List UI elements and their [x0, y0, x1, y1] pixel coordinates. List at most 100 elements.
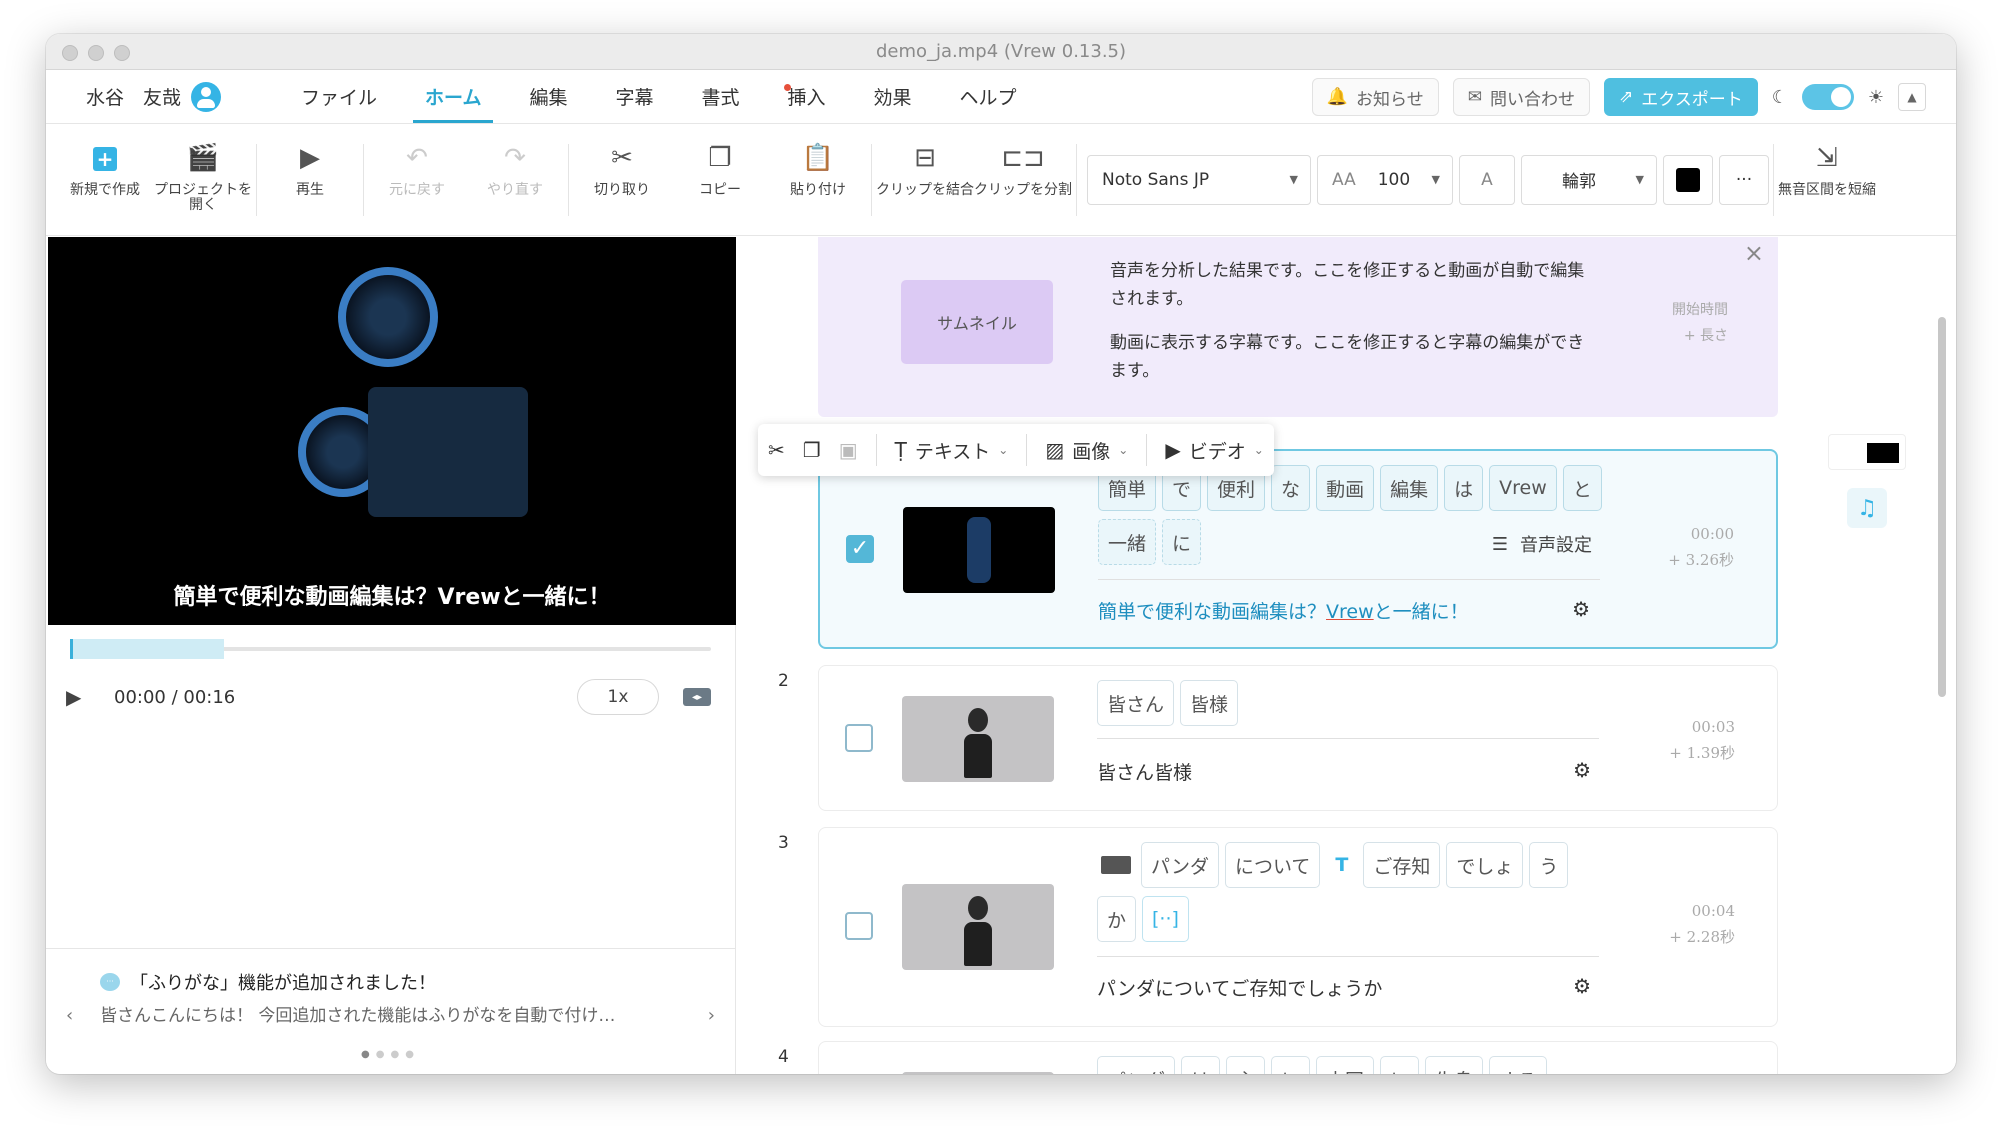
word-token[interactable]: 動画 [1316, 465, 1375, 511]
cut-button[interactable]: ✂ 切り取り [573, 137, 671, 223]
clip-checkbox[interactable] [845, 912, 873, 940]
clip-thumbnail[interactable] [902, 1072, 1054, 1074]
menu-format[interactable]: 書式 [678, 70, 764, 123]
news-body[interactable]: 皆さんこんにちは！ 今回追加された機能はふりがなを自動で付け… [100, 1001, 680, 1026]
image-clip-icon[interactable] [1097, 842, 1135, 888]
word-token[interactable]: 編集 [1380, 465, 1439, 511]
speed-button[interactable]: 1x [577, 679, 659, 715]
word-token[interactable]: 皆さん [1097, 680, 1175, 726]
menu-file[interactable]: ファイル [277, 70, 401, 123]
notice-button[interactable]: 🔔 お知らせ [1311, 78, 1439, 116]
user-info[interactable]: 水谷 友哉 [86, 81, 222, 112]
shorten-silence-button[interactable]: ⇲ 無音区間を短縮 [1778, 137, 1876, 223]
clip-row[interactable]: ✓ 簡単 で 便利 な 動画 編集 は Vrew と 一緒 に ☰ 音声設定 簡… [818, 449, 1778, 649]
menu-effects[interactable]: 効果 [850, 70, 936, 123]
word-token[interactable]: 主 [1225, 1056, 1265, 1074]
font-size-select[interactable]: AA 100 ▼ [1317, 154, 1453, 205]
clip-row[interactable]: 皆さん 皆様 皆さん皆様 ⚙ 00:03 + 1.39秒 [818, 665, 1778, 811]
seek-fill[interactable] [70, 639, 224, 659]
video-preview[interactable]: 簡単で便利な動画編集は？Vrewと一緒に！ [48, 237, 736, 625]
redo-button[interactable]: ↷ やり直す [466, 137, 564, 223]
clipboard-icon[interactable]: ▣ [839, 438, 858, 462]
collapse-toolbar-button[interactable]: ▲ [1898, 83, 1926, 111]
undo-button[interactable]: ↶ 元に戻す [368, 137, 466, 223]
word-token[interactable]: に [1270, 1056, 1310, 1074]
word-token[interactable]: 皆様 [1180, 680, 1239, 726]
zoom-window-button[interactable] [114, 45, 130, 61]
word-token[interactable]: Vrew [1489, 465, 1557, 511]
merge-clips-button[interactable]: ⊟ クリップを結合 [876, 137, 974, 223]
menu-edit[interactable]: 編集 [505, 70, 591, 123]
translate-icon[interactable]: ⚙ [1573, 974, 1591, 998]
play-button[interactable]: ▶ 再生 [261, 137, 359, 223]
caption-text[interactable]: 皆さん皆様 [1097, 758, 1192, 785]
voice-settings-button[interactable]: ☰ 音声設定 [1492, 531, 1592, 557]
paste-button[interactable]: 📋 貼り付け [769, 137, 867, 223]
clip-thumbnail[interactable] [902, 696, 1054, 782]
clip-checkbox[interactable] [845, 724, 873, 752]
open-project-button[interactable]: 🎬 プロジェクトを開く [154, 137, 252, 223]
seek-bar[interactable] [70, 639, 711, 659]
export-button[interactable]: ⇗ エクスポート [1603, 78, 1758, 116]
clip-thumbnail[interactable] [903, 507, 1055, 593]
menu-help[interactable]: ヘルプ [936, 70, 1041, 123]
insert-image-button[interactable]: ▨ 画像 ⌄ [1045, 437, 1128, 464]
word-token[interactable]: か [1097, 896, 1137, 942]
clip-row[interactable]: パンダ について T ご存知 でしょ う か [··] パンダについてご存知でし… [818, 827, 1778, 1027]
caption-text[interactable]: 簡単で便利な動画編集は？Vrewと一緒に！ [1098, 597, 1469, 624]
word-token[interactable]: に [1380, 1056, 1420, 1074]
word-token[interactable]: でしょ [1446, 842, 1524, 888]
close-window-button[interactable] [62, 45, 78, 61]
menu-subtitle[interactable]: 字幕 [591, 70, 677, 123]
font-family-select[interactable]: Noto Sans JP ▼ [1087, 154, 1311, 205]
scrollbar[interactable] [1938, 317, 1946, 697]
word-token[interactable]: に [1162, 519, 1202, 565]
new-project-button[interactable]: + 新規で作成 [56, 137, 154, 223]
contact-button[interactable]: ✉ 問い合わせ [1452, 78, 1590, 116]
clip-checkbox[interactable]: ✓ [846, 535, 874, 563]
play-icon[interactable]: ▶ [66, 685, 96, 709]
word-token[interactable]: パンダ [1141, 842, 1219, 888]
copy-button[interactable]: ❐ コピー [671, 137, 769, 223]
aspect-icon[interactable]: ◂▸ [683, 688, 711, 706]
caption-text[interactable]: パンダについてご存知でしょうか [1097, 974, 1382, 1001]
menu-home[interactable]: ホーム [401, 70, 505, 123]
word-token[interactable]: について [1224, 842, 1321, 888]
scissors-icon[interactable]: ✂ [768, 438, 785, 462]
word-token[interactable]: う [1529, 842, 1569, 888]
outline-select[interactable]: 輪郭 ▼ [1521, 154, 1657, 205]
insert-video-button[interactable]: ▶ ビデオ ⌄ [1165, 437, 1263, 464]
split-clip-button[interactable]: ⊏⊐ クリップを分割 [974, 137, 1072, 223]
word-token[interactable]: 生息 [1425, 1056, 1484, 1074]
word-token[interactable]: パンダ [1097, 1056, 1175, 1074]
word-token[interactable]: は [1444, 465, 1484, 511]
silence-token[interactable]: [··] [1142, 896, 1189, 942]
word-token[interactable]: 中国 [1316, 1056, 1375, 1074]
text-insert-icon[interactable]: T [1326, 842, 1357, 888]
translate-icon[interactable]: ⚙ [1572, 597, 1590, 621]
pager-dots[interactable]: ●●●● [46, 1049, 735, 1060]
news-title[interactable]: ··· 「ふりがな」機能が追加されました！ [100, 969, 436, 995]
clip-row[interactable]: パンダ は 主 に 中国 に 生息 する [818, 1041, 1778, 1074]
word-token[interactable]: する [1489, 1056, 1548, 1074]
video-track-thumb[interactable] [1828, 434, 1906, 470]
menu-insert[interactable]: 挿入 [764, 70, 850, 123]
theme-toggle[interactable] [1801, 84, 1854, 110]
music-note-icon[interactable]: ♫ [1847, 488, 1887, 528]
word-token[interactable]: な [1271, 465, 1311, 511]
copy-icon[interactable]: ❐ [803, 438, 821, 462]
word-token[interactable]: 一緒 [1098, 519, 1157, 565]
chevron-right-icon[interactable]: › [708, 1005, 715, 1026]
word-token[interactable]: ご存知 [1363, 842, 1441, 888]
minimize-window-button[interactable] [88, 45, 104, 61]
avatar-icon[interactable] [191, 81, 222, 112]
clip-thumbnail[interactable] [902, 884, 1054, 970]
text-style-button[interactable]: A [1459, 154, 1515, 205]
chevron-left-icon[interactable]: ‹ [66, 1005, 73, 1026]
font-color-button[interactable] [1663, 154, 1713, 205]
translate-icon[interactable]: ⚙ [1573, 758, 1591, 782]
more-options-button[interactable]: ··· [1719, 154, 1769, 205]
close-icon[interactable]: × [1744, 239, 1764, 267]
word-token[interactable]: は [1180, 1056, 1220, 1074]
insert-text-button[interactable]: Ṭ テキスト ⌄ [895, 437, 1009, 464]
